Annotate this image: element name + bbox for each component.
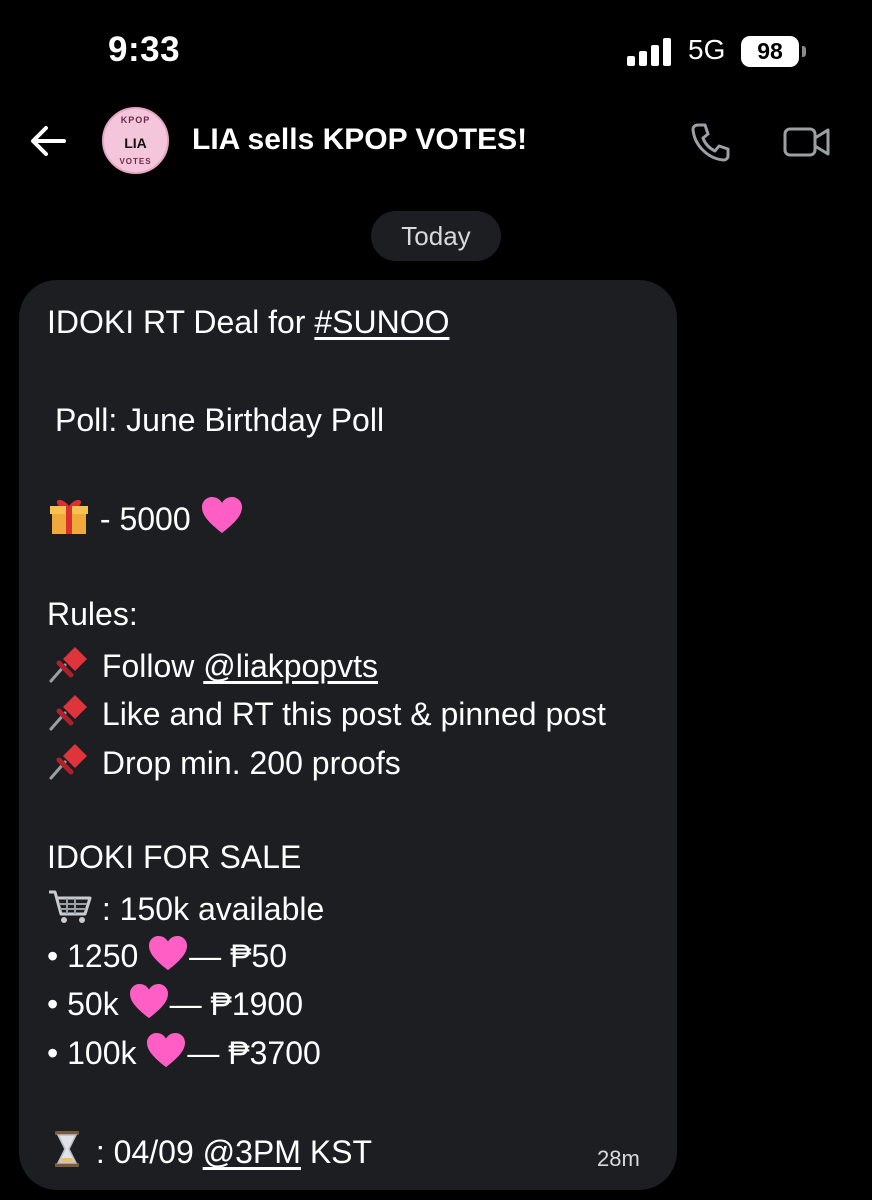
status-time: 9:33 xyxy=(108,30,181,69)
handle-link[interactable]: @liakpopvts xyxy=(203,648,378,684)
deadline-suffix: KST xyxy=(300,1134,373,1170)
avatar-bottom-text: VOTES xyxy=(119,157,152,166)
signal-icon xyxy=(627,38,675,66)
pink-heart-icon xyxy=(149,935,188,971)
availability-text: : 150k available xyxy=(101,891,325,927)
deadline-prefix: : 04/09 xyxy=(95,1134,203,1170)
call-button[interactable] xyxy=(688,120,732,164)
price-item: • 50k — ₱1900 xyxy=(47,983,303,1024)
price-amount: • 50k xyxy=(47,986,119,1022)
price-item: • 1250 — ₱50 xyxy=(47,935,287,976)
rule-drop-text: Drop min. 200 proofs xyxy=(101,745,401,781)
avatar-label: LIA xyxy=(124,135,147,151)
rule-like: Like and RT this post & pinned post xyxy=(47,691,606,734)
battery-tip xyxy=(802,46,806,57)
message-timestamp: 28m xyxy=(597,1146,640,1171)
phone-icon xyxy=(691,123,730,162)
video-call-button[interactable] xyxy=(782,120,832,164)
pushpin-icon xyxy=(49,695,87,731)
message-line-prize: - 5000 xyxy=(47,496,244,539)
rule-follow-prefix: Follow xyxy=(101,648,204,684)
deadline-line: : 04/09 @3PM KST xyxy=(47,1129,372,1172)
price-value: — ₱3700 xyxy=(187,1035,321,1071)
rule-drop: Drop min. 200 proofs xyxy=(47,740,401,783)
rule-like-text: Like and RT this post & pinned post xyxy=(101,696,606,732)
price-amount: • 1250 xyxy=(47,938,139,974)
price-value: — ₱50 xyxy=(189,938,287,974)
pink-heart-icon xyxy=(201,497,242,533)
rules-heading: Rules: xyxy=(47,596,138,632)
avatar-top-text: KPOP xyxy=(120,115,151,125)
price-value: — ₱1900 xyxy=(169,986,303,1022)
poll-text: Poll: June Birthday Poll xyxy=(55,402,385,438)
arrow-left-icon xyxy=(31,126,66,156)
pink-heart-icon xyxy=(129,983,168,1019)
availability-line: : 150k available xyxy=(47,886,324,929)
gift-icon xyxy=(50,499,88,534)
back-button[interactable] xyxy=(26,118,72,164)
chat-title[interactable]: LIA sells KPOP VOTES! xyxy=(192,123,527,157)
pushpin-icon xyxy=(49,744,87,780)
date-separator: Today xyxy=(371,211,501,261)
avatar[interactable]: KPOP LIA VOTES xyxy=(102,107,169,174)
hashtag-link[interactable]: #SUNOO xyxy=(314,304,449,340)
shopping-cart-icon xyxy=(49,890,92,923)
pink-heart-icon xyxy=(147,1032,186,1068)
network-type: 5G xyxy=(688,34,726,65)
price-item: • 100k — ₱3700 xyxy=(47,1032,321,1073)
rule-follow: Follow @liakpopvts xyxy=(47,643,378,686)
battery-icon: 98 xyxy=(741,36,799,67)
status-bar: 9:33 5G 98 xyxy=(0,0,872,100)
prize-text: - 5000 xyxy=(99,501,191,537)
price-amount: • 100k xyxy=(47,1035,137,1071)
chat-header: KPOP LIA VOTES LIA sells KPOP VOTES! xyxy=(0,100,872,192)
message-line-deal: IDOKI RT Deal for #SUNOO xyxy=(47,302,449,342)
message-bubble[interactable]: IDOKI RT Deal for #SUNOO Poll: June Birt… xyxy=(19,280,677,1190)
sale-heading: IDOKI FOR SALE xyxy=(47,839,302,875)
hourglass-icon xyxy=(55,1131,79,1167)
deadline-time-link[interactable]: @3PM xyxy=(203,1134,301,1170)
deal-prefix: IDOKI RT Deal for xyxy=(47,304,315,340)
video-camera-icon xyxy=(783,127,830,157)
pushpin-icon xyxy=(49,647,87,683)
